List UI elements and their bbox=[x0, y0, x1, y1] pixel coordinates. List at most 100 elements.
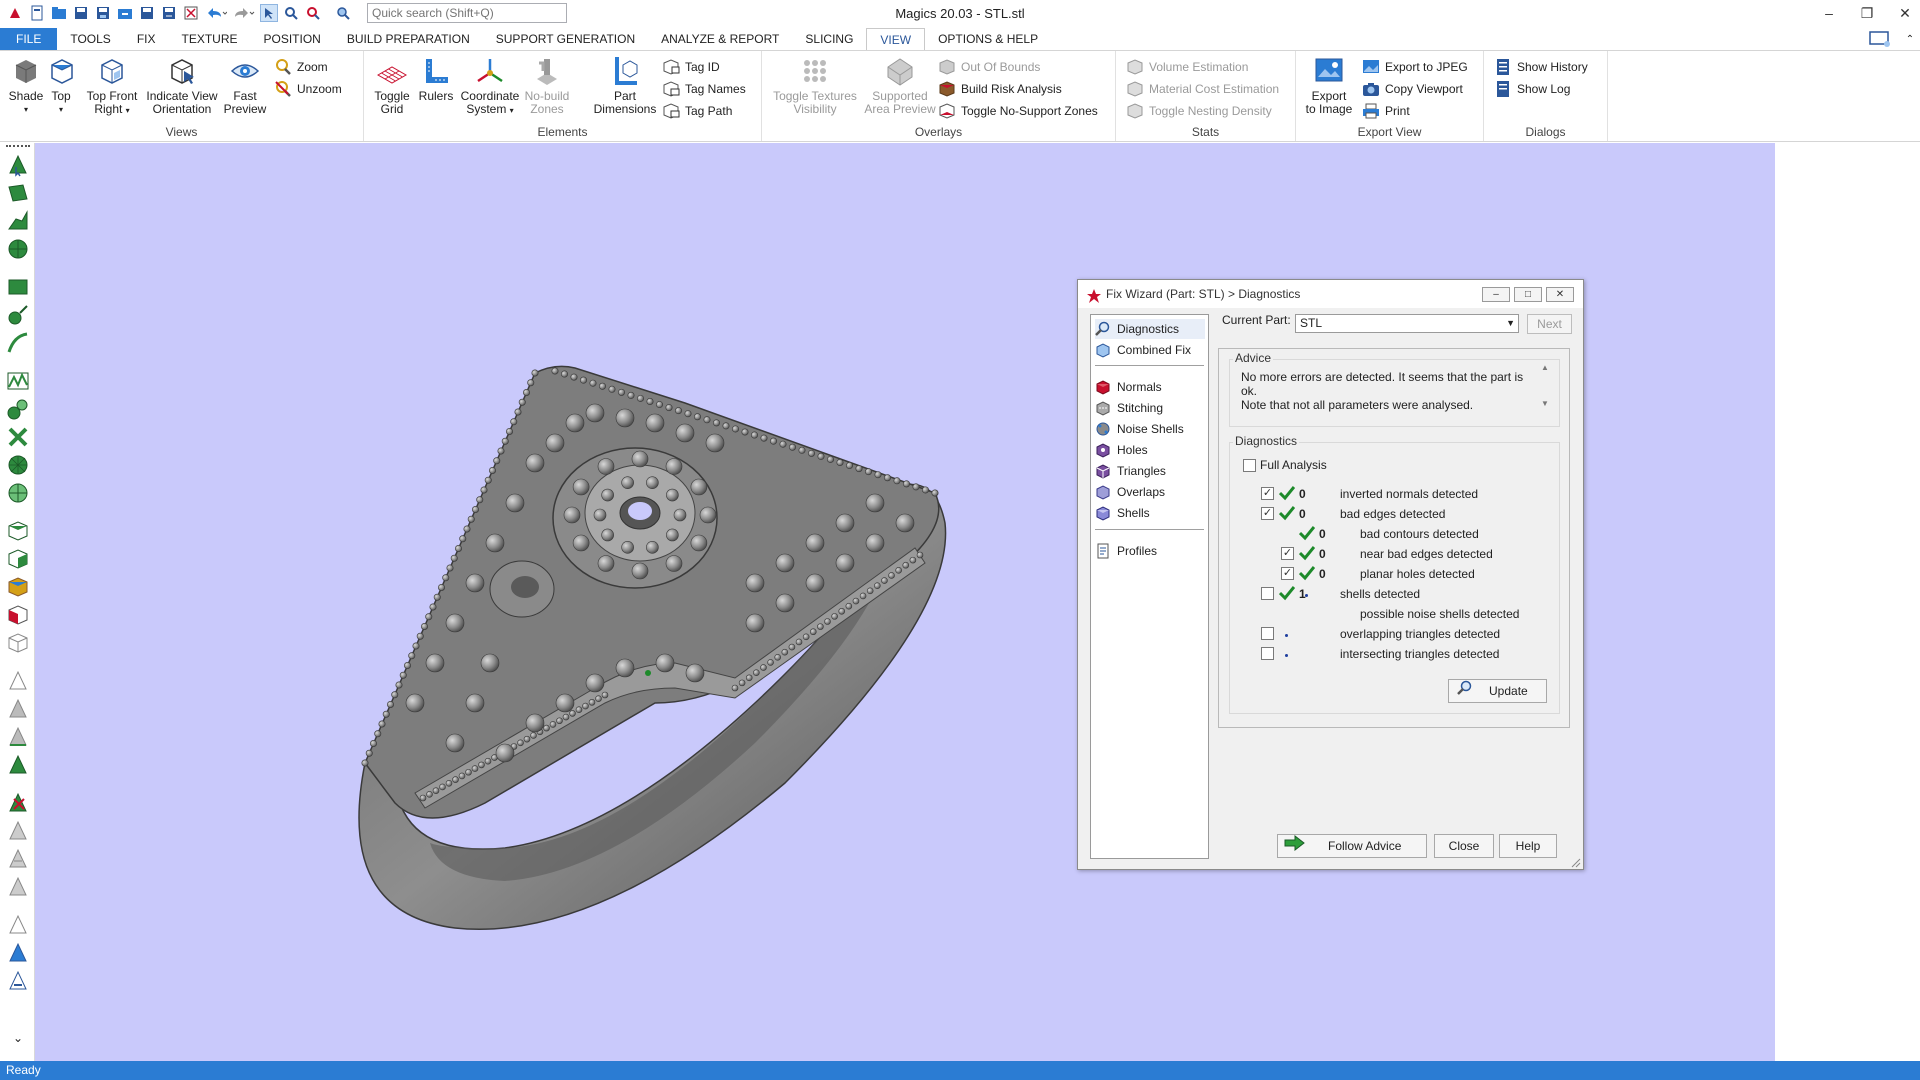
toggle-no-support-zones-button[interactable]: Toggle No-Support Zones bbox=[938, 101, 1098, 121]
select-part-outline-icon[interactable] bbox=[6, 631, 30, 655]
tab-slicing[interactable]: SLICING bbox=[792, 28, 866, 50]
tab-options-help[interactable]: OPTIONS & HELP bbox=[925, 28, 1051, 50]
toggle-grid-button[interactable]: Toggle Grid bbox=[372, 55, 412, 116]
select-mode-icon[interactable] bbox=[260, 4, 278, 22]
intersecting-triangles-checkbox[interactable] bbox=[1261, 647, 1274, 660]
select-shell-icon[interactable] bbox=[6, 237, 30, 261]
open-file-icon[interactable] bbox=[50, 4, 68, 22]
invert-marking-icon[interactable] bbox=[6, 913, 30, 937]
collapse-ribbon-icon[interactable]: ⌃ bbox=[1900, 28, 1920, 50]
nav-item-overlaps[interactable]: Overlaps bbox=[1095, 482, 1205, 502]
tab-build-preparation[interactable]: BUILD PREPARATION bbox=[334, 28, 483, 50]
coordinate-system-button[interactable]: Coordinate System ▾ bbox=[458, 55, 522, 117]
ribbon-display-icon[interactable] bbox=[1860, 28, 1900, 50]
show-history-button[interactable]: Show History bbox=[1494, 57, 1588, 77]
unload-icon[interactable] bbox=[182, 4, 200, 22]
select-part-color-icon[interactable] bbox=[6, 575, 30, 599]
close-button[interactable]: Close bbox=[1434, 834, 1494, 858]
select-plane-icon[interactable] bbox=[6, 181, 30, 205]
export-to-image-button[interactable]: Export to Image bbox=[1304, 55, 1354, 116]
print-button[interactable]: Print bbox=[1362, 101, 1410, 121]
copy-viewport-button[interactable]: Copy Viewport bbox=[1362, 79, 1463, 99]
select-polyline-icon[interactable] bbox=[6, 331, 30, 355]
overlapping-triangles-checkbox[interactable] bbox=[1261, 627, 1274, 640]
nav-item-normals[interactable]: Normals bbox=[1095, 377, 1205, 397]
resize-grip-icon[interactable] bbox=[1571, 857, 1581, 868]
save-part-icon[interactable] bbox=[138, 4, 156, 22]
tag-names-button[interactable]: Tag Names bbox=[662, 79, 746, 99]
part-dimensions-button[interactable]: Part Dimensions bbox=[590, 55, 660, 116]
tab-position[interactable]: POSITION bbox=[251, 28, 334, 50]
tab-tools[interactable]: TOOLS bbox=[57, 28, 123, 50]
unmark-surface-icon[interactable] bbox=[6, 847, 30, 871]
tag-path-button[interactable]: Tag Path bbox=[662, 101, 732, 121]
app-logo-icon[interactable] bbox=[6, 4, 24, 22]
redo-icon[interactable] bbox=[232, 4, 256, 22]
supported-area-preview-button[interactable]: Supported Area Preview bbox=[860, 55, 940, 116]
nav-item-noise-shells[interactable]: Noise Shells bbox=[1095, 419, 1205, 439]
export-to-jpeg-button[interactable]: Export to JPEG bbox=[1362, 57, 1468, 77]
select-part-face-icon[interactable] bbox=[6, 547, 30, 571]
unmark-shell-icon[interactable] bbox=[6, 875, 30, 899]
select-cross-icon[interactable] bbox=[6, 425, 30, 449]
dialog-maximize-button[interactable]: □ bbox=[1514, 287, 1542, 302]
advice-scrollbar[interactable]: ▲ ▼ bbox=[1539, 363, 1551, 421]
toggle-nesting-density-button[interactable]: Toggle Nesting Density bbox=[1126, 101, 1272, 121]
unmark-plane-icon[interactable] bbox=[6, 819, 30, 843]
show-log-button[interactable]: Show Log bbox=[1494, 79, 1570, 99]
import-part-icon[interactable] bbox=[116, 4, 134, 22]
select-lasso-icon[interactable] bbox=[6, 303, 30, 327]
unzoom-button[interactable]: Unzoom bbox=[274, 79, 342, 99]
save-as-icon[interactable] bbox=[94, 4, 112, 22]
save-icon[interactable] bbox=[72, 4, 90, 22]
build-risk-analysis-button[interactable]: Build Risk Analysis bbox=[938, 79, 1062, 99]
mark-triangle-grey-icon[interactable] bbox=[6, 697, 30, 721]
toggle-textures-visibility-button[interactable]: Toggle Textures Visibility bbox=[770, 55, 860, 116]
near-bad-edges-checkbox[interactable]: ✓ bbox=[1281, 547, 1294, 560]
follow-advice-button[interactable]: Follow Advice bbox=[1277, 834, 1427, 858]
new-file-icon[interactable] bbox=[28, 4, 46, 22]
extend-marking-icon[interactable] bbox=[6, 941, 30, 965]
unmark-triangle-icon[interactable] bbox=[6, 791, 30, 815]
nav-item-combined-fix[interactable]: Combined Fix bbox=[1095, 340, 1205, 360]
tag-id-button[interactable]: Tag ID bbox=[662, 57, 720, 77]
help-button[interactable]: Help bbox=[1499, 834, 1557, 858]
top-view-button[interactable]: Top ▾ bbox=[46, 55, 76, 116]
current-part-select[interactable]: STL ▼ bbox=[1295, 314, 1519, 333]
fast-preview-button[interactable]: Fast Preview bbox=[222, 55, 268, 116]
select-wireframe-icon[interactable] bbox=[6, 481, 30, 505]
no-build-zones-button[interactable]: No-build Zones bbox=[524, 55, 570, 116]
planar-holes-checkbox[interactable]: ✓ bbox=[1281, 567, 1294, 580]
unzoom-tool-icon[interactable] bbox=[304, 4, 322, 22]
nav-item-triangles[interactable]: Triangles bbox=[1095, 461, 1205, 481]
nav-item-holes[interactable]: Holes bbox=[1095, 440, 1205, 460]
select-wave-icon[interactable] bbox=[6, 369, 30, 393]
fix-wizard-title-bar[interactable]: Fix Wizard (Part: STL) > Diagnostics – □… bbox=[1078, 280, 1583, 308]
tab-file[interactable]: FILE bbox=[0, 28, 58, 50]
nav-item-shells[interactable]: Shells bbox=[1095, 503, 1205, 523]
select-connected-icon[interactable] bbox=[6, 397, 30, 421]
quick-search-icon[interactable] bbox=[334, 4, 352, 22]
tab-texture[interactable]: TEXTURE bbox=[168, 28, 250, 50]
next-button[interactable]: Next bbox=[1527, 314, 1572, 334]
material-cost-estimation-button[interactable]: Material Cost Estimation bbox=[1126, 79, 1279, 99]
bad-edges-checkbox[interactable]: ✓ bbox=[1261, 507, 1274, 520]
toolbar-overflow-icon[interactable]: ⌄ bbox=[6, 1031, 30, 1049]
shade-button[interactable]: Shade ▾ bbox=[6, 55, 46, 116]
undo-icon[interactable] bbox=[204, 4, 228, 22]
toolbar-grip[interactable] bbox=[6, 145, 30, 147]
tab-analyze-report[interactable]: ANALYZE & REPORT bbox=[648, 28, 792, 50]
full-analysis-checkbox[interactable] bbox=[1243, 459, 1256, 472]
mark-triangle-edge-icon[interactable] bbox=[6, 725, 30, 749]
select-part-red-icon[interactable] bbox=[6, 603, 30, 627]
tab-view[interactable]: VIEW bbox=[866, 28, 926, 50]
zoom-button[interactable]: Zoom bbox=[274, 57, 328, 77]
nav-item-profiles[interactable]: Profiles bbox=[1095, 541, 1205, 561]
rulers-button[interactable]: Rulers bbox=[416, 55, 456, 103]
dialog-close-button[interactable]: ✕ bbox=[1546, 287, 1574, 302]
select-part-icon[interactable] bbox=[6, 519, 30, 543]
dialog-minimize-button[interactable]: – bbox=[1482, 287, 1510, 302]
select-rectangle-icon[interactable] bbox=[6, 275, 30, 299]
top-front-right-button[interactable]: Top Front Right ▾ bbox=[82, 55, 142, 117]
tab-fix[interactable]: FIX bbox=[124, 28, 169, 50]
